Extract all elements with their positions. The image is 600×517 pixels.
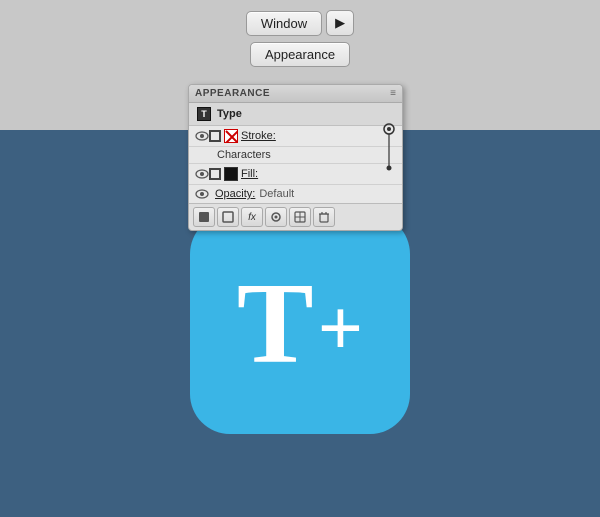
app-icon-text: T + — [237, 266, 363, 381]
toolbar-btn-grid[interactable] — [289, 207, 311, 227]
toolbar-btn-new-layer[interactable] — [193, 207, 215, 227]
eye-icon-fill — [195, 169, 209, 179]
opacity-row: Opacity: Default — [189, 185, 402, 203]
app-icon: T + — [190, 214, 410, 434]
fill-label[interactable]: Fill: — [241, 168, 258, 180]
appearance-panel: APPEARANCE ≡ T Type Stroke: — [188, 84, 403, 231]
stroke-box-indicator — [209, 130, 221, 142]
fill-color-box[interactable] — [224, 167, 238, 181]
panel-title-bar: APPEARANCE ≡ — [189, 85, 402, 103]
type-t-icon: T — [201, 109, 207, 119]
fill-stroke-box — [209, 168, 221, 180]
window-button[interactable]: Window — [246, 11, 322, 36]
panel-title: APPEARANCE — [195, 88, 270, 99]
type-icon-box: T — [197, 107, 211, 121]
toolbar-btn-circle[interactable] — [265, 207, 287, 227]
button-row-1: Window ▶ — [246, 10, 354, 36]
opacity-label[interactable]: Opacity: — [215, 188, 255, 200]
toolbar-btn-delete[interactable] — [313, 207, 335, 227]
characters-label: Characters — [217, 149, 271, 161]
stroke-label[interactable]: Stroke: — [241, 130, 276, 142]
characters-row: Characters — [189, 147, 402, 164]
toolbar-btn-square[interactable] — [217, 207, 239, 227]
panel-collapse-icon[interactable]: ≡ — [390, 88, 396, 99]
button-row-2: Appearance — [250, 42, 350, 67]
arrow-button[interactable]: ▶ — [326, 10, 354, 36]
appearance-button[interactable]: Appearance — [250, 42, 350, 67]
bezier-connector — [379, 121, 399, 176]
type-label: Type — [217, 108, 242, 120]
opacity-value: Default — [259, 188, 294, 200]
eye-icon-opacity — [195, 189, 209, 199]
toolbar-btn-fx[interactable]: fx — [241, 207, 263, 227]
panel-toolbar: fx — [189, 203, 402, 230]
fill-row: Fill: — [189, 164, 402, 185]
stroke-color-none-box[interactable] — [224, 129, 238, 143]
eye-icon-stroke — [195, 131, 209, 141]
panel-type-row: T Type — [189, 103, 402, 126]
icon-plus-symbol: + — [318, 289, 364, 369]
icon-t-letter: T — [237, 266, 314, 381]
stroke-row: Stroke: — [189, 126, 402, 147]
